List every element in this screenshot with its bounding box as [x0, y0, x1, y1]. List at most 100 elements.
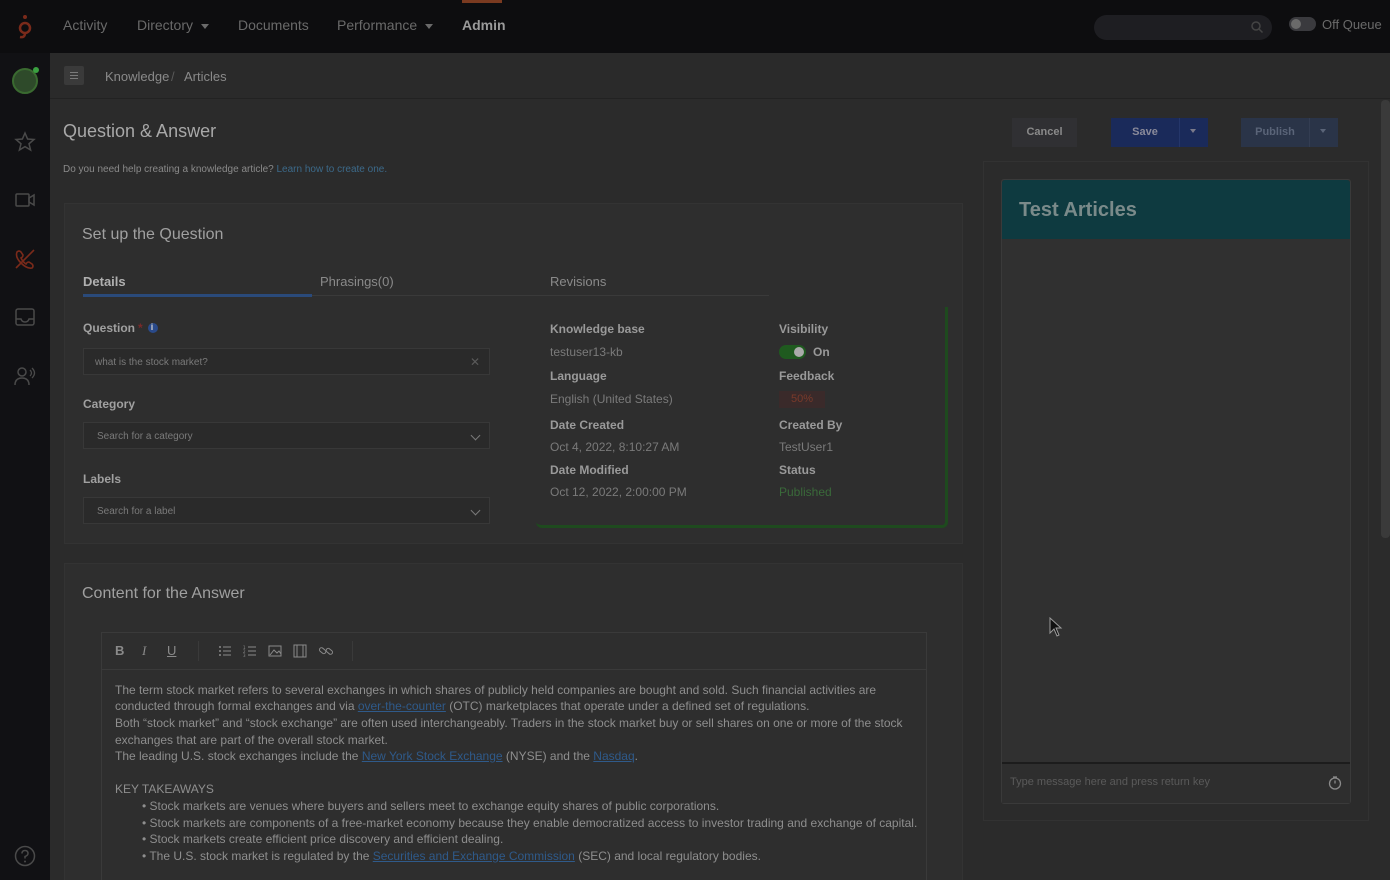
chat-message-input[interactable]: Type message here and press return key: [1002, 762, 1350, 803]
answer-section-title: Content for the Answer: [82, 585, 245, 602]
nyse-link[interactable]: New York Stock Exchange: [362, 749, 503, 763]
language-value: English (United States): [550, 392, 673, 406]
feedback-badge: 50%: [779, 391, 825, 408]
nasdaq-link[interactable]: Nasdaq: [593, 749, 634, 763]
active-tab-indicator: [83, 294, 312, 297]
question-value: what is the stock market?: [95, 357, 208, 368]
star-icon[interactable]: [13, 130, 37, 154]
chat-header: Test Articles: [1002, 180, 1350, 239]
clear-icon[interactable]: ✕: [470, 355, 480, 369]
tab-revisions[interactable]: Revisions: [550, 274, 606, 289]
otc-link[interactable]: over-the-counter: [358, 699, 446, 713]
cancel-button[interactable]: Cancel: [1012, 118, 1077, 147]
created-by-label: Created By: [779, 418, 843, 432]
sec-link[interactable]: Securities and Exchange Commission: [373, 849, 575, 863]
menu-toggle-icon[interactable]: [64, 66, 84, 85]
text-run: .: [634, 749, 639, 763]
image-icon[interactable]: [268, 644, 282, 658]
queue-toggle[interactable]: [1289, 17, 1316, 31]
knowledge-base-value: testuser13-kb: [550, 345, 623, 359]
split-divider: [1309, 118, 1310, 147]
mouse-cursor-icon: [1049, 617, 1063, 637]
save-label: Save: [1132, 126, 1158, 138]
chat-placeholder: Type message here and press return key: [1010, 776, 1210, 788]
top-nav: Activity Directory Documents Performance…: [0, 0, 1390, 53]
bold-button[interactable]: B: [115, 643, 124, 658]
timer-icon[interactable]: [1328, 776, 1342, 790]
category-select[interactable]: Search for a category: [83, 422, 490, 449]
required-mark: *: [138, 321, 143, 335]
visibility-toggle[interactable]: [779, 345, 806, 359]
tab-details[interactable]: Details: [83, 274, 126, 289]
labels-placeholder: Search for a label: [97, 506, 176, 517]
nav-performance[interactable]: Performance: [337, 17, 434, 33]
chevron-down-icon: [425, 23, 434, 29]
chat-title: Test Articles: [1019, 199, 1137, 221]
svg-text:3: 3: [243, 653, 246, 658]
question-label: Question *: [83, 321, 158, 335]
underline-button[interactable]: U: [167, 643, 176, 658]
category-label: Category: [83, 397, 136, 411]
nav-admin[interactable]: Admin: [462, 17, 506, 33]
info-icon[interactable]: [147, 322, 158, 333]
nav-activity[interactable]: Activity: [63, 17, 107, 33]
numbered-list-icon[interactable]: 123: [243, 644, 257, 658]
nav-directory[interactable]: Directory: [137, 17, 210, 33]
text-run: conducted through formal exchanges and v…: [115, 699, 358, 713]
global-search-input[interactable]: [1094, 15, 1272, 40]
video-icon[interactable]: [13, 188, 37, 212]
list-item: • Stock markets are venues where buyers …: [142, 799, 720, 813]
feedback-label: Feedback: [779, 369, 835, 383]
created-by-value: TestUser1: [779, 440, 834, 454]
labels-select[interactable]: Search for a label: [83, 497, 490, 524]
chevron-down-icon: [201, 23, 210, 29]
question-input[interactable]: what is the stock market? ✕: [83, 348, 490, 375]
knowledge-base-label: Knowledge base: [550, 322, 645, 336]
answer-paragraph: The leading U.S. stock exchanges include…: [115, 749, 638, 763]
visibility-value: On: [813, 345, 830, 359]
split-divider: [1179, 118, 1180, 147]
breadcrumb-separator: /: [171, 69, 175, 84]
answer-paragraph: exchanges that are part of the overall s…: [115, 733, 388, 747]
date-modified-label: Date Modified: [550, 463, 629, 477]
active-nav-indicator: [462, 0, 502, 3]
save-button[interactable]: Save: [1111, 118, 1208, 147]
toolbar-divider: [198, 641, 199, 661]
queue-status-label: Off Queue: [1322, 17, 1382, 32]
status-label: Status: [779, 463, 816, 477]
answer-paragraph: The term stock market refers to several …: [115, 683, 877, 697]
italic-button[interactable]: I: [142, 643, 146, 659]
answer-paragraph: conducted through formal exchanges and v…: [115, 699, 809, 713]
rich-text-editor[interactable]: B I U 123 The term stock market refers t…: [101, 632, 927, 880]
genesys-logo-icon[interactable]: [15, 13, 35, 39]
breadcrumb-articles[interactable]: Articles: [184, 69, 227, 84]
breadcrumb-knowledge[interactable]: Knowledge: [105, 69, 169, 84]
tab-phrasings[interactable]: Phrasings(0): [320, 274, 394, 289]
chevron-down-icon[interactable]: [1190, 129, 1196, 133]
chevron-down-icon[interactable]: [1320, 129, 1326, 133]
question-label-text: Question: [83, 321, 136, 335]
avatar[interactable]: [12, 67, 39, 94]
labels-label: Labels: [83, 472, 122, 486]
help-icon[interactable]: [14, 845, 36, 867]
help-link[interactable]: Learn how to create one.: [276, 164, 387, 175]
nav-documents[interactable]: Documents: [238, 17, 309, 33]
scrollbar[interactable]: [1381, 100, 1390, 538]
date-created-value: Oct 4, 2022, 8:10:27 AM: [550, 440, 680, 454]
page-title: Question & Answer: [63, 121, 217, 141]
breadcrumb: Knowledge / Articles: [50, 53, 1390, 99]
inbox-icon[interactable]: [13, 305, 37, 329]
date-modified-value: Oct 12, 2022, 2:00:00 PM: [550, 485, 687, 499]
link-icon[interactable]: [318, 644, 334, 658]
nav-directory-label: Directory: [137, 17, 194, 33]
phone-off-icon[interactable]: [13, 247, 37, 271]
people-icon[interactable]: [13, 364, 37, 388]
video-embed-icon[interactable]: [293, 644, 307, 658]
publish-button[interactable]: Publish: [1241, 118, 1338, 147]
text-run: • The U.S. stock market is regulated by …: [142, 849, 373, 863]
bullet-list-icon[interactable]: [218, 644, 232, 658]
toolbar-divider: [352, 641, 353, 661]
text-run: (OTC) marketplaces that operate under a …: [445, 699, 810, 713]
search-icon: [1251, 21, 1264, 34]
text-run: (NYSE) and the: [502, 749, 594, 763]
